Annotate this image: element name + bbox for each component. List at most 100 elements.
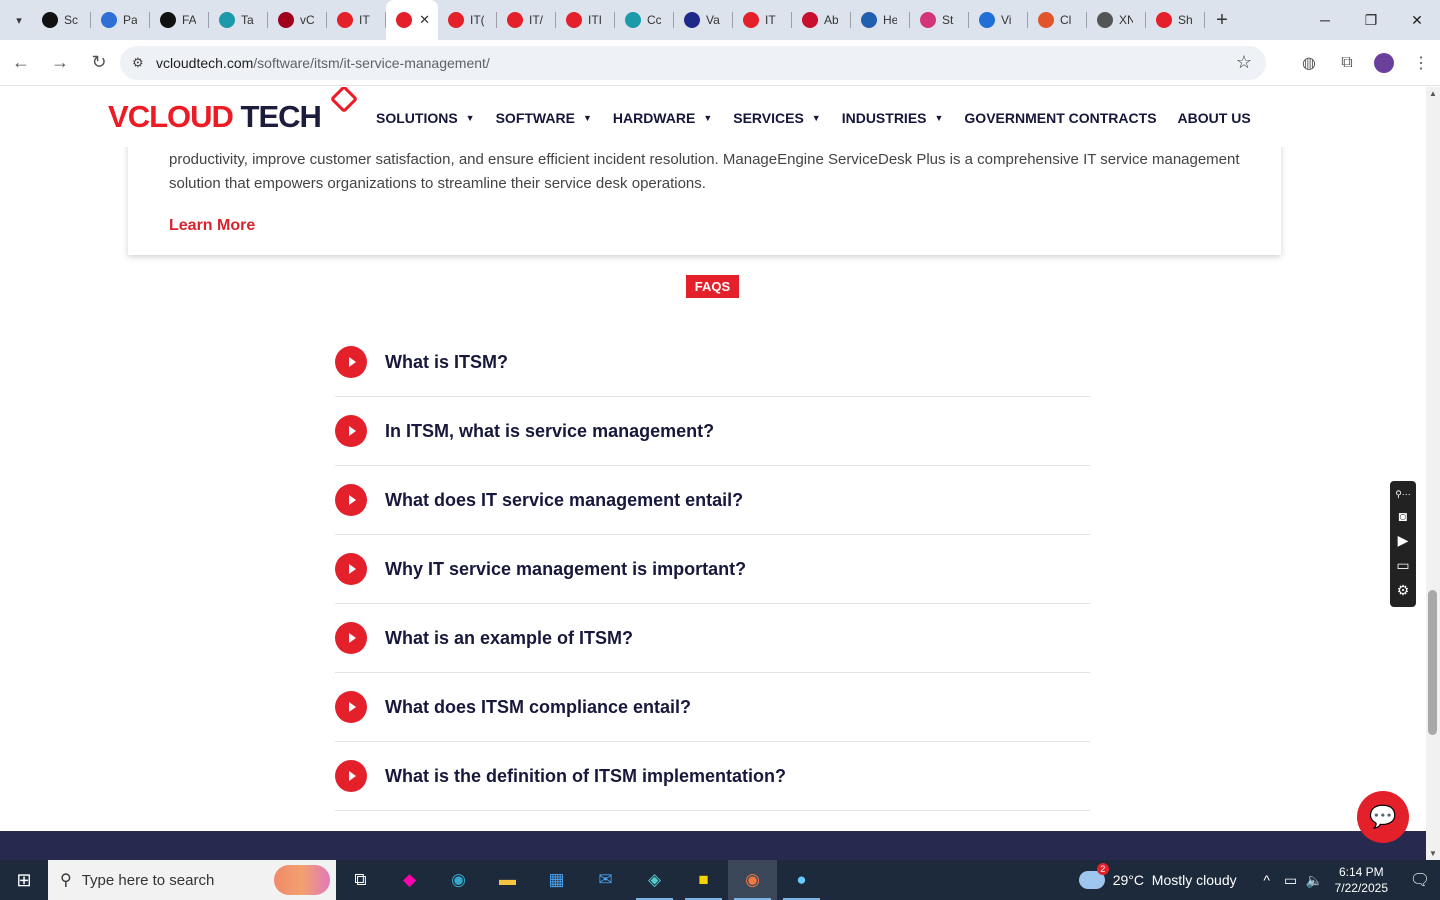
- faq-item[interactable]: What is the definition of ITSM implement…: [335, 742, 1090, 811]
- close-window-icon[interactable]: ✕: [1394, 0, 1440, 40]
- browser-tab[interactable]: Sc: [32, 0, 91, 40]
- browser-tab[interactable]: Pa: [91, 0, 150, 40]
- nav-item-industries[interactable]: INDUSTRIES ▼: [842, 110, 944, 126]
- taskbar-search-placeholder: Type here to search: [81, 871, 215, 889]
- faq-item[interactable]: What does ITSM compliance entail?: [335, 673, 1090, 742]
- scroll-up-icon[interactable]: ▲: [1426, 89, 1440, 98]
- faq-item[interactable]: What is ITSM?: [335, 328, 1090, 397]
- windows-start-icon[interactable]: ⊞: [0, 860, 48, 900]
- browser-tab[interactable]: Ab: [792, 0, 851, 40]
- play-arrow-icon[interactable]: [335, 346, 367, 378]
- browser-tab[interactable]: vC: [268, 0, 327, 40]
- faq-item[interactable]: In ITSM, what is service management?: [335, 397, 1090, 466]
- task-view-icon[interactable]: ⧉: [336, 860, 385, 900]
- network-icon[interactable]: ▭: [1279, 872, 1303, 889]
- vcloud-logo-icon: [337, 12, 353, 28]
- browser-tab[interactable]: ✕: [386, 0, 438, 40]
- nav-item-hardware[interactable]: HARDWARE ▼: [613, 110, 712, 126]
- reload-icon[interactable]: ↻: [81, 45, 117, 81]
- play-arrow-icon[interactable]: [335, 484, 367, 516]
- play-arrow-icon[interactable]: [335, 415, 367, 447]
- video-icon[interactable]: ▶: [1398, 532, 1409, 549]
- window-icon[interactable]: ▭: [1396, 557, 1409, 574]
- browser-tab[interactable]: IT: [733, 0, 792, 40]
- nav-item-software[interactable]: SOFTWARE ▼: [496, 110, 592, 126]
- learn-more-link[interactable]: Learn More: [169, 217, 255, 235]
- browser-tab[interactable]: FA: [150, 0, 209, 40]
- site-info-icon[interactable]: ⚙: [132, 55, 144, 71]
- play-arrow-icon[interactable]: [335, 691, 367, 723]
- browser-tab[interactable]: St: [910, 0, 969, 40]
- minimize-icon[interactable]: ─: [1302, 0, 1348, 40]
- browser-toolbar: ← → ↻ ⚙ vcloudtech.com/software/itsm/it-…: [0, 40, 1440, 86]
- page-viewport: VCLOUD TECH SOLUTIONS ▼ SOFTWARE ▼ HARDWARE ▼…: [0, 87, 1426, 860]
- browser-tab[interactable]: Cl: [1028, 0, 1087, 40]
- browser-tab[interactable]: Ta: [209, 0, 268, 40]
- browser-tab[interactable]: IT: [327, 0, 386, 40]
- notification-icon[interactable]: 🗨: [1400, 870, 1440, 890]
- browser-tab[interactable]: Sh: [1146, 0, 1205, 40]
- scroll-down-icon[interactable]: ▼: [1426, 849, 1440, 858]
- speaker-icon[interactable]: 🔈: [1303, 872, 1327, 889]
- scrollbar-thumb[interactable]: [1428, 590, 1437, 735]
- vcloud-logo-icon: [743, 12, 759, 28]
- page-scrollbar[interactable]: ▲ ▼: [1426, 87, 1440, 860]
- new-tab-button[interactable]: +: [1207, 5, 1237, 35]
- browser-tab[interactable]: IT(: [438, 0, 497, 40]
- restore-icon[interactable]: ❐: [1348, 0, 1394, 40]
- bookmark-star-icon[interactable]: ☆: [1236, 52, 1252, 73]
- browser-tab[interactable]: ITI: [556, 0, 615, 40]
- close-tab-icon[interactable]: ✕: [419, 12, 430, 28]
- extensions-icon[interactable]: ⧉: [1328, 54, 1366, 72]
- forward-arrow-icon[interactable]: →: [42, 45, 78, 81]
- settings-gear-icon[interactable]: ⚙: [1397, 582, 1410, 599]
- browser-tab[interactable]: IT/: [497, 0, 556, 40]
- faq-item[interactable]: What is an example of ITSM?: [335, 604, 1090, 673]
- chat-bubble-icon[interactable]: 💬: [1357, 791, 1409, 843]
- clock[interactable]: 6:14 PM 7/22/2025: [1335, 864, 1388, 896]
- mail-icon[interactable]: ✉: [581, 860, 630, 900]
- play-arrow-icon[interactable]: [335, 553, 367, 585]
- faq-item[interactable]: What does IT service management entail?: [335, 466, 1090, 535]
- browser-tab[interactable]: Cc: [615, 0, 674, 40]
- play-arrow-icon[interactable]: [335, 760, 367, 792]
- taskbar-search[interactable]: ⚲ Type here to search: [48, 860, 336, 900]
- app-diamond-icon[interactable]: ◈: [630, 860, 679, 900]
- browser-tab[interactable]: Vi: [969, 0, 1028, 40]
- store-icon[interactable]: ▦: [532, 860, 581, 900]
- pin-icon[interactable]: ⚲⋯: [1395, 489, 1411, 500]
- nav-item-services[interactable]: SERVICES ▼: [733, 110, 820, 126]
- menu-kebab-icon[interactable]: ⋮: [1402, 53, 1440, 73]
- camera-icon[interactable]: ◙: [1399, 508, 1407, 524]
- faq-item[interactable]: Why IT service management is important?: [335, 535, 1090, 604]
- tab-title: He: [883, 13, 897, 27]
- browser-tab[interactable]: XN: [1087, 0, 1146, 40]
- chevron-up-icon[interactable]: ^: [1255, 872, 1279, 888]
- footer-band: [0, 831, 1426, 860]
- browser-tab[interactable]: He: [851, 0, 910, 40]
- nav-item-government-contracts[interactable]: GOVERNMENT CONTRACTS: [964, 110, 1156, 126]
- zoom-icon[interactable]: ●: [777, 860, 826, 900]
- site-logo[interactable]: VCLOUD TECH: [108, 99, 322, 135]
- globe-icon: [1097, 12, 1113, 28]
- tab-title: Ab: [824, 13, 838, 27]
- system-tray: 2 29°C Mostly cloudy ^ ▭ 🔈 6:14 PM 7/22/…: [1078, 860, 1440, 900]
- copilot-icon[interactable]: ◆: [385, 860, 434, 900]
- chrome-icon[interactable]: ◉: [728, 860, 777, 900]
- vcloud-logo-icon: [507, 12, 523, 28]
- profile-avatar[interactable]: t: [1374, 53, 1394, 73]
- tab-title: Sh: [1178, 13, 1192, 27]
- file-explorer-icon[interactable]: ▬: [483, 860, 532, 900]
- address-bar[interactable]: ⚙ vcloudtech.com/software/itsm/it-servic…: [120, 46, 1266, 80]
- play-arrow-icon[interactable]: [335, 622, 367, 654]
- tab-title: St: [942, 13, 954, 27]
- nav-item-about-us[interactable]: ABOUT US: [1178, 110, 1251, 126]
- tab-search-chevron-icon[interactable]: ▾: [6, 7, 32, 33]
- sticky-notes-icon[interactable]: ■: [679, 860, 728, 900]
- weather-widget[interactable]: 2 29°C Mostly cloudy: [1078, 863, 1237, 889]
- nav-item-solutions[interactable]: SOLUTIONS ▼: [376, 110, 475, 126]
- edge-icon[interactable]: ◉: [434, 860, 483, 900]
- translate-icon[interactable]: ◍: [1290, 53, 1328, 73]
- browser-tab[interactable]: Va: [674, 0, 733, 40]
- back-arrow-icon[interactable]: ←: [3, 45, 39, 81]
